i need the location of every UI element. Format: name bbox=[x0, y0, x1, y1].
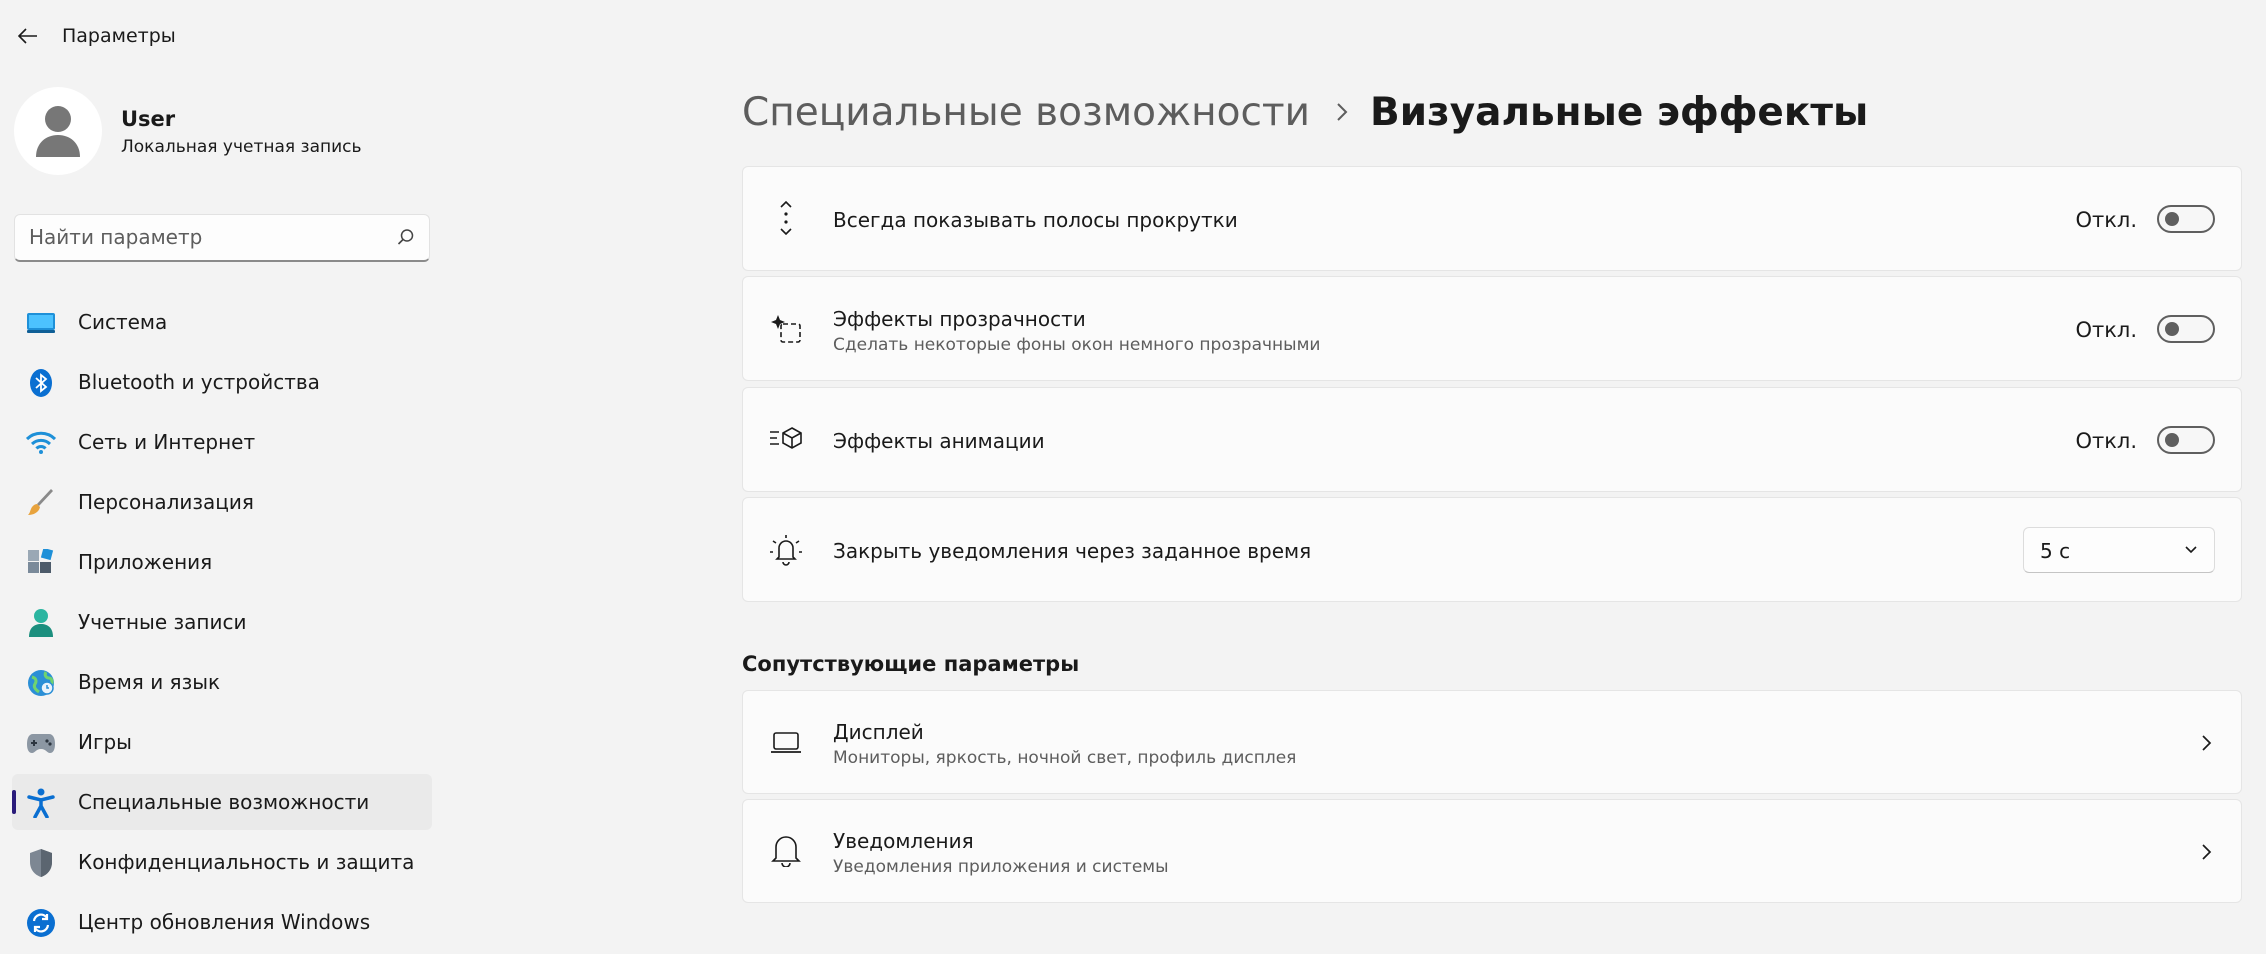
setting-title: Закрыть уведомления через заданное время bbox=[833, 539, 1312, 563]
sidebar-item-label: Приложения bbox=[78, 550, 213, 574]
transparency-icon bbox=[769, 312, 803, 346]
setting-title: Эффекты анимации bbox=[833, 429, 1045, 453]
sidebar-item-windows-update[interactable]: Центр обновления Windows bbox=[12, 894, 432, 950]
search-icon[interactable] bbox=[397, 228, 415, 246]
setting-card-animation: Эффекты анимации Откл. bbox=[742, 387, 2242, 492]
setting-title: Эффекты прозрачности bbox=[833, 307, 1086, 331]
wifi-icon bbox=[26, 428, 56, 458]
related-item-display[interactable]: Дисплей Мониторы, яркость, ночной свет, … bbox=[742, 690, 2242, 794]
related-item-subtitle: Мониторы, яркость, ночной свет, профиль … bbox=[833, 748, 1297, 768]
sidebar-item-personalization[interactable]: Персонализация bbox=[12, 474, 432, 530]
setting-card-scrollbars: Всегда показывать полосы прокрутки Откл. bbox=[742, 166, 2242, 271]
sidebar-item-network[interactable]: Сеть и Интернет bbox=[12, 414, 432, 470]
search-box[interactable] bbox=[14, 214, 430, 262]
related-item-subtitle: Уведомления приложения и системы bbox=[833, 857, 1169, 877]
sidebar-item-label: Игры bbox=[78, 730, 132, 754]
sidebar-item-system[interactable]: Система bbox=[12, 294, 432, 350]
chevron-down-icon bbox=[2185, 546, 2197, 554]
setting-card-notification-timeout: Закрыть уведомления через заданное время… bbox=[742, 497, 2242, 602]
sidebar-item-time-language[interactable]: Время и язык bbox=[12, 654, 432, 710]
related-settings-heading: Сопутствующие параметры bbox=[742, 652, 1080, 676]
setting-title: Всегда показывать полосы прокрутки bbox=[833, 208, 1238, 232]
scrollbar-icon bbox=[769, 201, 803, 235]
related-item-notifications[interactable]: Уведомления Уведомления приложения и сис… bbox=[742, 799, 2242, 903]
toggle-state-label: Откл. bbox=[2075, 318, 2137, 342]
bluetooth-icon bbox=[26, 368, 56, 398]
sidebar-item-label: Учетные записи bbox=[78, 610, 247, 634]
apps-icon bbox=[26, 548, 56, 578]
notification-timeout-dropdown[interactable]: 5 с bbox=[2023, 527, 2215, 573]
dropdown-value: 5 с bbox=[2040, 539, 2071, 563]
sidebar-item-gaming[interactable]: Игры bbox=[12, 714, 432, 770]
sidebar-item-accessibility[interactable]: Специальные возможности bbox=[12, 774, 432, 830]
page-title: Визуальные эффекты bbox=[1369, 89, 1869, 135]
back-arrow-icon bbox=[18, 28, 37, 44]
search-input[interactable] bbox=[29, 215, 379, 259]
user-avatar-icon bbox=[36, 106, 80, 157]
toggle-state-label: Откл. bbox=[2075, 208, 2137, 232]
breadcrumb: Специальные возможности Визуальные эффек… bbox=[742, 82, 1868, 142]
system-icon bbox=[26, 308, 56, 338]
scrollbars-toggle[interactable] bbox=[2157, 205, 2215, 233]
breadcrumb-parent[interactable]: Специальные возможности bbox=[742, 90, 1310, 135]
globe-icon bbox=[26, 668, 56, 698]
laptop-icon bbox=[769, 726, 803, 760]
back-button[interactable] bbox=[8, 18, 48, 54]
sidebar-item-apps[interactable]: Приложения bbox=[12, 534, 432, 590]
sidebar-item-label: Время и язык bbox=[78, 670, 221, 694]
update-icon bbox=[26, 908, 56, 938]
user-profile[interactable]: User Локальная учетная запись bbox=[14, 87, 454, 177]
sidebar-item-label: Bluetooth и устройства bbox=[78, 370, 320, 394]
sidebar-item-label: Центр обновления Windows bbox=[78, 910, 371, 934]
setting-card-transparency: Эффекты прозрачности Сделать некоторые ф… bbox=[742, 276, 2242, 381]
sidebar-item-label: Система bbox=[78, 310, 168, 334]
sidebar-item-accounts[interactable]: Учетные записи bbox=[12, 594, 432, 650]
related-item-title: Дисплей bbox=[833, 720, 924, 744]
sidebar-item-label: Сеть и Интернет bbox=[78, 430, 256, 454]
animation-toggle[interactable] bbox=[2157, 426, 2215, 454]
chevron-right-icon bbox=[1336, 102, 1348, 122]
accessibility-icon bbox=[26, 788, 56, 818]
bell-icon bbox=[769, 833, 803, 867]
transparency-toggle[interactable] bbox=[2157, 315, 2215, 343]
toggle-state-label: Откл. bbox=[2075, 429, 2137, 453]
account-icon bbox=[26, 608, 56, 638]
sidebar-item-label: Персонализация bbox=[78, 490, 254, 514]
user-name: User bbox=[121, 107, 176, 131]
animation-icon bbox=[769, 421, 803, 455]
notification-timer-icon bbox=[769, 533, 803, 567]
app-title: Параметры bbox=[62, 25, 176, 47]
chevron-right-icon bbox=[2202, 844, 2212, 860]
sidebar-item-privacy[interactable]: Конфиденциальность и защита bbox=[12, 834, 432, 890]
setting-subtitle: Сделать некоторые фоны окон немного проз… bbox=[833, 335, 1321, 355]
related-item-title: Уведомления bbox=[833, 829, 974, 853]
sidebar-item-label: Специальные возможности bbox=[78, 790, 370, 814]
account-type: Локальная учетная запись bbox=[121, 137, 362, 157]
shield-icon bbox=[26, 848, 56, 878]
avatar bbox=[14, 87, 102, 175]
sidebar-nav: Система Bluetooth и устройства Сеть и Ин… bbox=[12, 294, 432, 954]
sidebar-item-bluetooth[interactable]: Bluetooth и устройства bbox=[12, 354, 432, 410]
chevron-right-icon bbox=[2202, 735, 2212, 751]
title-bar: Параметры bbox=[0, 0, 2266, 72]
sidebar-item-label: Конфиденциальность и защита bbox=[78, 850, 415, 874]
brush-icon bbox=[26, 488, 56, 518]
gamepad-icon bbox=[26, 728, 56, 758]
